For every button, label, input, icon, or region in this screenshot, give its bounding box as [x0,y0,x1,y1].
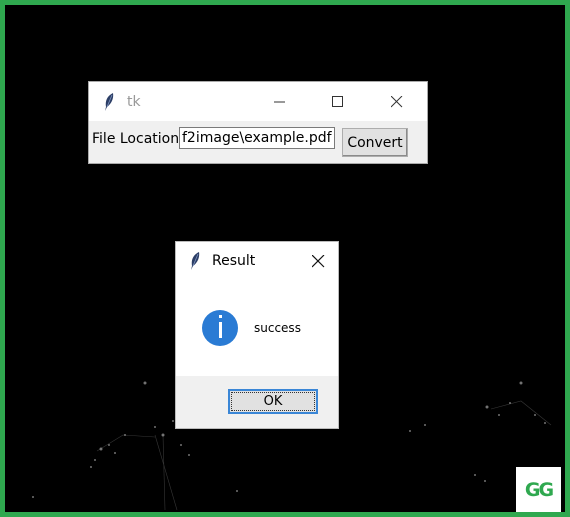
maximize-icon [332,95,343,107]
dialog-close-button[interactable] [302,242,334,280]
close-icon [391,95,403,107]
info-icon [202,310,238,346]
file-location-label: File Location [92,131,180,147]
dialog-titlebar[interactable]: Result [176,242,338,280]
feather-icon [188,251,202,271]
result-dialog: Result success OK [175,241,339,429]
main-window-titlebar[interactable]: tk [89,82,427,121]
convert-button[interactable]: Convert [342,128,408,157]
main-window-body: File Location Convert [89,121,427,163]
dialog-message: success [254,321,301,335]
screen-frame: tk File Location Convert [0,0,570,517]
gfg-logo: GG [516,467,561,512]
window-title: tk [127,93,141,110]
minimize-icon [274,101,285,102]
logo-text: GG [524,478,554,501]
file-location-input[interactable] [179,127,335,149]
ok-button[interactable]: OK [228,389,318,414]
dialog-content: success [176,280,338,376]
dialog-title: Result [212,253,256,269]
dialog-footer: OK [176,376,338,428]
main-window: tk File Location Convert [88,81,428,164]
close-button[interactable] [374,82,420,121]
minimize-button[interactable] [257,82,303,121]
feather-icon [101,91,117,113]
close-icon [311,254,324,267]
maximize-button[interactable] [315,82,361,121]
